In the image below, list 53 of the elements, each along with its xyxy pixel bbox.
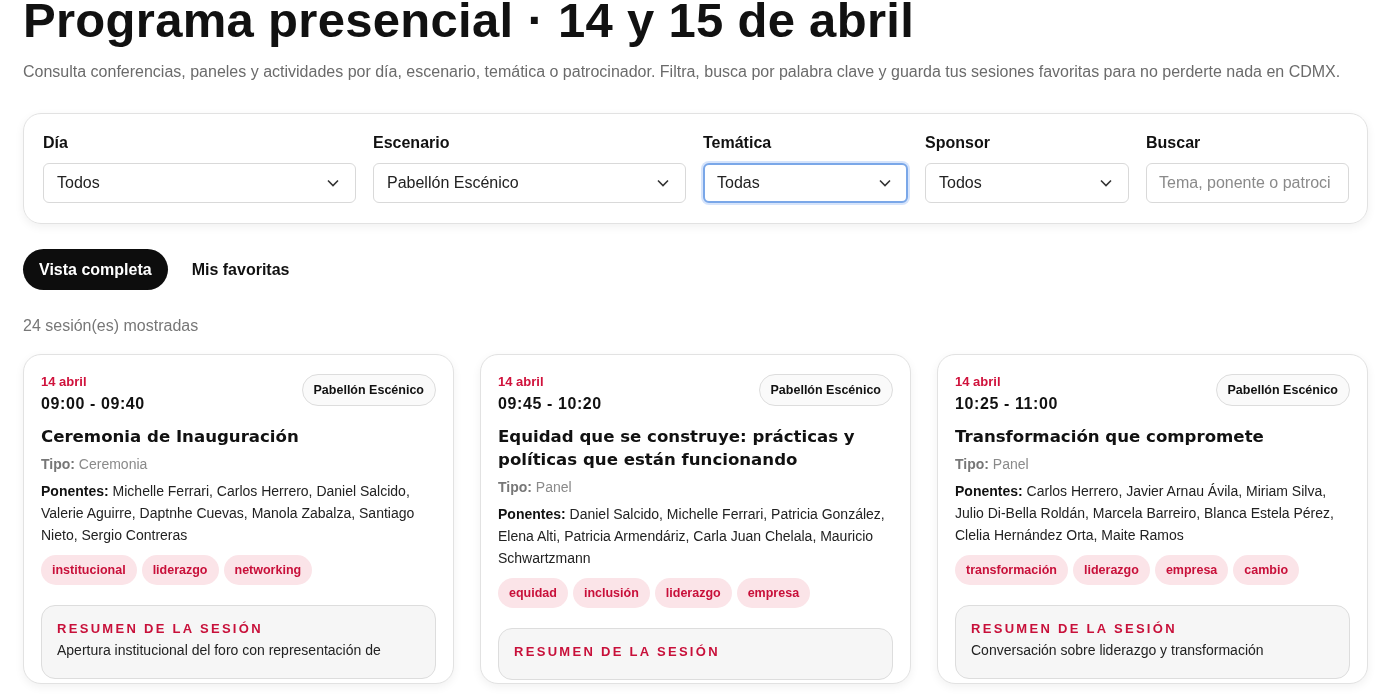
summary-heading: RESUMEN DE LA SESIÓN bbox=[514, 644, 721, 659]
page-title: Programa presencial · 14 y 15 de abril bbox=[23, 0, 916, 49]
chevron-down-icon bbox=[327, 179, 339, 187]
topic-tag: empresa bbox=[1154, 555, 1229, 585]
session-type: Tipo: Panel bbox=[955, 456, 1030, 472]
session-date: 14 abril bbox=[41, 374, 88, 390]
session-date: 14 abril bbox=[955, 374, 1002, 390]
topic-tag: equidad bbox=[498, 578, 568, 608]
session-speakers: Ponentes: Michelle Ferrari, Carlos Herrero, Daniel Salcido, Valerie Aguirre, Daptnhe Cuevas, Manola Zabalza, Santiago Nieto, Sergio Contreras bbox=[41, 482, 416, 545]
topic-tag: empresa bbox=[736, 578, 811, 608]
session-time: 09:45 - 10:20 bbox=[498, 395, 602, 413]
topic-tag: liderazgo bbox=[654, 578, 732, 608]
topic-tag: liderazgo bbox=[141, 555, 219, 585]
session-title: Equidad que se construye: prácticas y políticas que están funcionando bbox=[498, 426, 856, 471]
topic-tag: institucional bbox=[41, 555, 137, 585]
filter-select[interactable]: Todos bbox=[43, 163, 356, 203]
session-time: 09:00 - 09:40 bbox=[41, 395, 145, 413]
filter-label: Escenario bbox=[373, 134, 451, 152]
session-speakers: Ponentes: Carlos Herrero, Javier Arnau Ávila, Miriam Silva, Julio Di-Bella Roldán, Marcela Barreiro, Blanca Estela Pérez, Clelia Hernández Orta, Maite Ramos bbox=[955, 482, 1335, 545]
session-title: Ceremonia de Inauguración bbox=[41, 426, 300, 448]
session-speakers: Ponentes: Daniel Salcido, Michelle Ferrari, Patricia González, Elena Alti, Patricia Armendáriz, Carla Juan Chelala, Mauricio Schwartzmann bbox=[498, 505, 886, 568]
stage-badge: Pabellón Escénico bbox=[1215, 374, 1350, 406]
topic-tag: cambio bbox=[1233, 555, 1300, 585]
stage-badge: Pabellón Escénico bbox=[301, 374, 436, 406]
session-time: 10:25 - 11:00 bbox=[955, 395, 1058, 413]
session-type: Tipo: Panel bbox=[498, 479, 573, 495]
topic-tag: liderazgo bbox=[1073, 555, 1150, 585]
search-field[interactable]: Tema, ponente o patroci bbox=[1146, 163, 1349, 203]
session-date: 14 abril bbox=[498, 374, 545, 390]
view-tab[interactable]: Mis favoritas bbox=[175, 249, 306, 290]
summary-text: Apertura institucional del foro con representación de bbox=[57, 642, 382, 658]
page-description: Consulta conferencias, paneles y actividades por día, escenario, temática o patrocinador. Filtra, busca por palabra clave y guarda tus sesiones favoritas para no perderte nada en CDMX. bbox=[23, 62, 1342, 82]
topic-tag: inclusión bbox=[572, 578, 650, 608]
filter-select[interactable]: Pabellón Escénico bbox=[373, 163, 686, 203]
filter-select[interactable]: Todos bbox=[925, 163, 1129, 203]
filter-label: Temática bbox=[703, 134, 773, 152]
filter-label: Buscar bbox=[1146, 134, 1202, 152]
session-title: Transformación que compromete bbox=[955, 426, 1265, 448]
filter-label: Día bbox=[43, 134, 69, 152]
topic-tag: networking bbox=[223, 555, 313, 585]
chevron-down-icon bbox=[879, 179, 891, 187]
summary-heading: RESUMEN DE LA SESIÓN bbox=[57, 621, 264, 636]
chevron-down-icon bbox=[657, 179, 669, 187]
summary-text: Conversación sobre liderazgo y transformación bbox=[971, 642, 1265, 658]
filter-select[interactable]: Todas bbox=[703, 163, 908, 203]
summary-heading: RESUMEN DE LA SESIÓN bbox=[971, 621, 1178, 636]
chevron-down-icon bbox=[1100, 179, 1112, 187]
view-tab[interactable]: Vista completa bbox=[23, 249, 168, 290]
stage-badge: Pabellón Escénico bbox=[758, 374, 893, 406]
session-count: 24 sesión(es) mostradas bbox=[23, 317, 200, 335]
filter-label: Sponsor bbox=[925, 134, 991, 152]
topic-tag: transformación bbox=[955, 555, 1068, 585]
session-type: Tipo: Ceremonia bbox=[41, 456, 149, 472]
